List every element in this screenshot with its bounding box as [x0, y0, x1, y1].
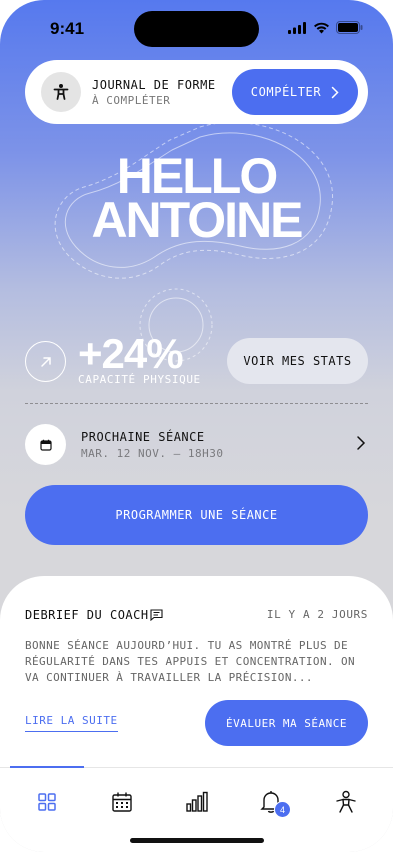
- dashed-divider: [25, 403, 368, 404]
- stat-value: +24%: [78, 330, 184, 377]
- message-icon: [150, 609, 163, 621]
- chevron-right-icon[interactable]: [356, 435, 366, 451]
- greeting-name: ANTOINE: [91, 192, 303, 248]
- view-stats-button[interactable]: VOIR MES STATS: [227, 338, 368, 384]
- complete-journal-button[interactable]: COMPÉLTER: [232, 69, 358, 115]
- evaluate-session-button[interactable]: ÉVALUER MA SÉANCE: [205, 700, 368, 746]
- calendar-icon: [112, 792, 132, 812]
- tab-stats[interactable]: [185, 790, 209, 814]
- tab-profile[interactable]: [334, 790, 358, 814]
- program-session-button[interactable]: PROGRAMMER UNE SÉANCE: [25, 485, 368, 545]
- tab-calendar[interactable]: [110, 790, 134, 814]
- home-indicator: [130, 838, 264, 843]
- coach-debrief-time: IL Y A 2 JOURS: [266, 608, 368, 621]
- journal-subtitle: À COMPLÉTER: [92, 94, 171, 107]
- trend-indicator: [25, 341, 66, 382]
- app-screen: 9:41 JOURNAL DE FORME À COMPLÉTER COMPÉL…: [0, 0, 393, 852]
- cellular-icon: [288, 21, 306, 34]
- chevron-right-icon: [331, 86, 339, 98]
- wifi-icon: [314, 22, 329, 33]
- tab-dashboard[interactable]: [35, 790, 59, 814]
- tab-active-indicator: [10, 766, 84, 768]
- status-icons: [288, 21, 363, 34]
- stats-icon: [186, 791, 208, 812]
- accessibility-icon: [53, 84, 69, 100]
- status-time: 9:41: [50, 19, 85, 38]
- coach-debrief-title: DEBRIEF DU COACH: [25, 608, 149, 622]
- dynamic-island: [134, 11, 259, 47]
- calendar-badge: [25, 424, 66, 465]
- read-more-link[interactable]: LIRE LA SUITE: [25, 714, 118, 732]
- notification-badge: 4: [274, 801, 291, 818]
- journal-title: JOURNAL DE FORME: [92, 78, 216, 92]
- complete-journal-label: COMPÉLTER: [250, 85, 322, 99]
- coach-debrief-text: BONNE SÉANCE AUJOURD’HUI. TU AS MONTRÉ P…: [25, 639, 356, 684]
- stat-label: CAPACITÉ PHYSIQUE: [78, 373, 201, 386]
- dashboard-icon: [38, 793, 56, 811]
- arrow-up-right-icon: [40, 356, 51, 367]
- journal-avatar: [41, 72, 81, 112]
- calendar-icon: [39, 439, 52, 451]
- battery-icon: [336, 21, 363, 34]
- profile-icon: [336, 790, 356, 813]
- next-session-title[interactable]: PROCHAINE SÉANCE: [81, 430, 205, 444]
- next-session-date: MAR. 12 NOV. — 18H30: [81, 447, 224, 460]
